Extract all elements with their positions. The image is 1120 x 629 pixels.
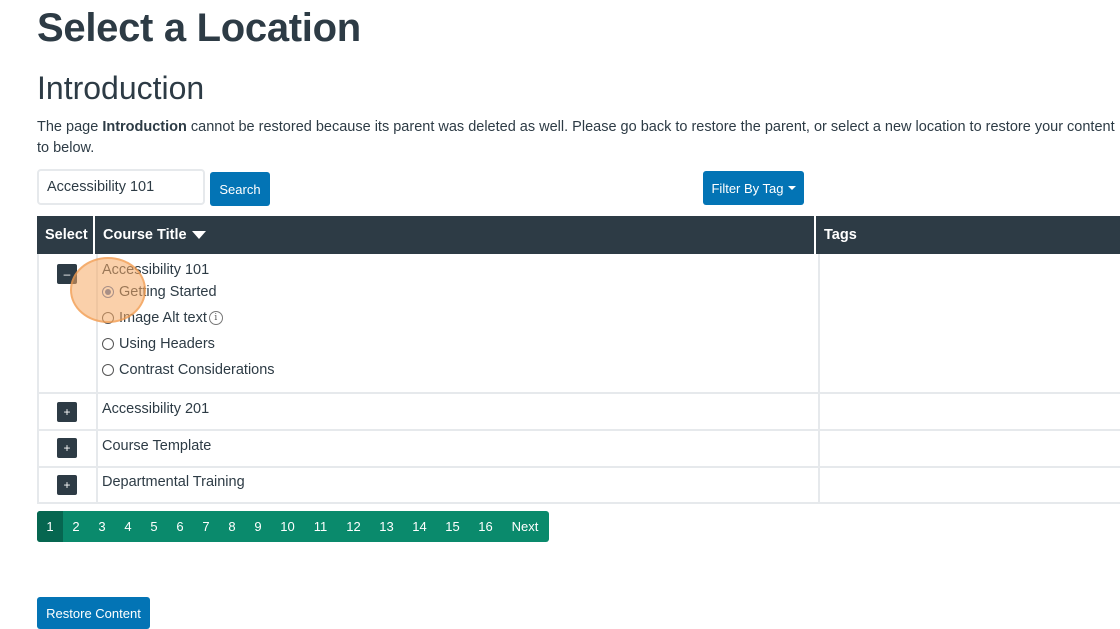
select-cell: – <box>39 254 98 392</box>
collapse-button[interactable]: – <box>57 264 77 284</box>
course-title-cell: Accessibility 201 <box>96 394 820 429</box>
page-link[interactable]: 7 <box>193 511 219 542</box>
radio-button[interactable] <box>102 312 114 324</box>
page-link[interactable]: 9 <box>245 511 271 542</box>
page-link[interactable]: 5 <box>141 511 167 542</box>
select-cell: + <box>39 431 98 466</box>
pagination: 1 2 3 4 5 6 7 8 9 10 11 12 13 14 15 16 N… <box>37 511 549 542</box>
page-link[interactable]: 12 <box>337 511 370 542</box>
page-link[interactable]: 4 <box>115 511 141 542</box>
page-option[interactable]: Using Headers <box>102 336 215 352</box>
radio-button-selected[interactable] <box>102 286 114 298</box>
page-title: Select a Location <box>37 6 361 50</box>
page-option-label: Contrast Considerations <box>119 362 275 378</box>
expand-button[interactable]: + <box>57 438 77 458</box>
page-link[interactable]: 1 <box>37 511 63 542</box>
course-title-label: Course Title <box>103 227 187 243</box>
caret-down-icon <box>787 186 796 190</box>
select-cell: + <box>39 468 98 502</box>
column-header-tags: Tags <box>824 227 857 243</box>
page-option[interactable]: Image Alt text i <box>102 310 223 326</box>
restore-message: The page Introduction cannot be restored… <box>37 117 1117 159</box>
page-link[interactable]: 10 <box>271 511 304 542</box>
page-link[interactable]: 2 <box>63 511 89 542</box>
section-title: Introduction <box>37 70 205 106</box>
course-title-cell: Course Template <box>96 431 820 466</box>
page-link[interactable]: 8 <box>219 511 245 542</box>
page-link[interactable]: 15 <box>436 511 469 542</box>
column-header-course-title[interactable]: Course Title <box>95 216 816 254</box>
search-button[interactable]: Search <box>210 172 270 206</box>
page-link[interactable]: 3 <box>89 511 115 542</box>
page-link[interactable]: 13 <box>370 511 403 542</box>
restore-content-button[interactable]: Restore Content <box>37 597 150 629</box>
page-option-label: Using Headers <box>119 336 215 352</box>
page-link[interactable]: 11 <box>304 511 337 542</box>
table-row: + Departmental Training <box>37 468 1120 504</box>
course-name: Accessibility 101 <box>102 262 210 278</box>
course-name: Course Template <box>102 438 212 454</box>
course-title-cell: Departmental Training <box>96 468 820 502</box>
course-name: Accessibility 201 <box>102 401 210 417</box>
table-row: – Accessibility 101 Getting Started Imag… <box>37 254 1120 394</box>
table-row: + Course Template <box>37 431 1120 468</box>
page-link[interactable]: 14 <box>403 511 436 542</box>
message-suffix: cannot be restored because its parent wa… <box>37 119 1115 156</box>
page-link[interactable]: 6 <box>167 511 193 542</box>
page-option-label: Image Alt text <box>119 310 207 326</box>
expand-button[interactable]: + <box>57 402 77 422</box>
filter-by-tag-button[interactable]: Filter By Tag <box>703 171 804 205</box>
page-option[interactable]: Contrast Considerations <box>102 362 275 378</box>
table-header: Select Course Title Tags <box>37 216 1120 254</box>
course-name: Departmental Training <box>102 474 245 490</box>
page-option[interactable]: Getting Started <box>102 284 217 300</box>
message-prefix: The page <box>37 119 103 135</box>
page-option-label: Getting Started <box>119 284 217 300</box>
sort-descending-icon <box>191 231 206 239</box>
radio-button[interactable] <box>102 364 114 376</box>
course-title-cell: Accessibility 101 Getting Started Image … <box>96 254 820 392</box>
message-page-name: Introduction <box>102 119 187 135</box>
select-cell: + <box>39 394 98 429</box>
radio-button[interactable] <box>102 338 114 350</box>
filter-label: Filter By Tag <box>711 180 784 196</box>
table-row: + Accessibility 201 <box>37 394 1120 431</box>
expand-button[interactable]: + <box>57 475 77 495</box>
next-page-link[interactable]: Next <box>502 511 548 542</box>
column-header-select: Select <box>37 216 95 254</box>
info-icon[interactable]: i <box>208 311 223 325</box>
page-link[interactable]: 16 <box>469 511 502 542</box>
search-input[interactable] <box>37 169 205 205</box>
